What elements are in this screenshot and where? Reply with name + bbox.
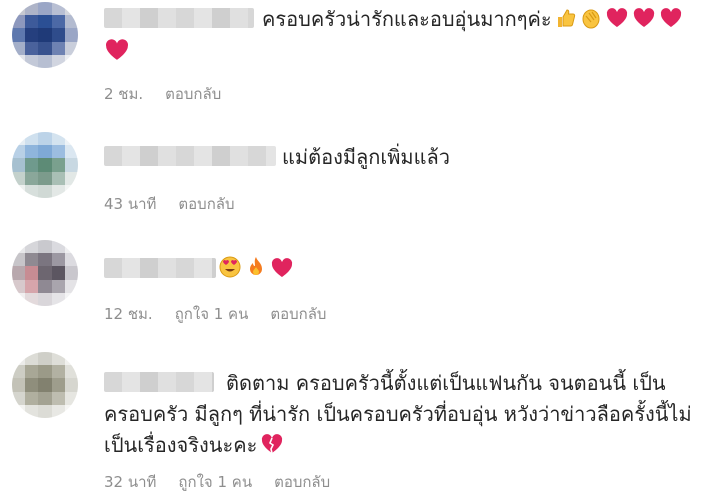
- avatar[interactable]: [12, 352, 78, 418]
- heart-icon: [605, 6, 629, 38]
- reply-button[interactable]: ตอบกลับ: [274, 473, 330, 491]
- comment-time: 43 นาที: [104, 195, 157, 213]
- comment-item: 12 ชม. ถูกใจ 1 คน ตอบกลับ: [0, 238, 725, 338]
- comment-text-line1: ติดตาม ครอบครัวนี้ตั้งแต่เป็นแฟนกัน จนตอ…: [226, 371, 666, 395]
- comment-text: ครอบครัวน่ารักและอบอุ่นมากๆค่ะ: [262, 3, 683, 38]
- comment-text: [218, 253, 294, 288]
- clapping-hands-icon: [580, 6, 602, 38]
- comment-meta: 2 ชม. ตอบกลับ: [104, 82, 243, 106]
- comment-meta: 32 นาที ถูกใจ 1 คน ตอบกลับ: [104, 470, 352, 494]
- comment-time: 12 ชม.: [104, 305, 153, 323]
- reply-button[interactable]: ตอบกลับ: [165, 85, 221, 103]
- username-blurred[interactable]: [104, 258, 216, 278]
- likes-count[interactable]: ถูกใจ 1 คน: [175, 305, 249, 323]
- comment-time: 32 นาที: [104, 473, 157, 491]
- heart-icon: [659, 6, 683, 38]
- comment-text-line3: เป็นเรื่องจริงนะคะ: [104, 429, 284, 464]
- comment-time: 2 ชม.: [104, 85, 144, 103]
- comment-item: แม่ต้องมีลูกเพิ่มแล้ว 43 นาที ตอบกลับ: [0, 130, 725, 220]
- username-blurred[interactable]: [104, 8, 254, 28]
- comment-meta: 43 นาที ตอบกลับ: [104, 192, 257, 216]
- comment-text-line2: ครอบครัว มีลูกๆ ที่น่ารัก เป็นครอบครัวที…: [104, 402, 692, 426]
- avatar[interactable]: [12, 240, 78, 306]
- avatar[interactable]: [12, 2, 78, 68]
- avatar[interactable]: [12, 132, 78, 198]
- fire-icon: [245, 255, 267, 288]
- comment-item: ครอบครัวน่ารักและอบอุ่นมากๆค่ะ 2 ชม. ตอบก…: [0, 0, 725, 110]
- username-blurred[interactable]: [104, 146, 276, 166]
- reply-button[interactable]: ตอบกลับ: [270, 305, 326, 323]
- thumbs-up-icon: [555, 6, 577, 38]
- comment-text-line2: [104, 36, 130, 71]
- heart-eyes-icon: [218, 255, 242, 288]
- comment-meta: 12 ชม. ถูกใจ 1 คน ตอบกลับ: [104, 302, 348, 326]
- comment-item: ติดตาม ครอบครัวนี้ตั้งแต่เป็นแฟนกัน จนตอ…: [0, 350, 725, 500]
- comment-text: แม่ต้องมีลูกเพิ่มแล้ว: [282, 145, 450, 169]
- reply-button[interactable]: ตอบกลับ: [178, 195, 234, 213]
- likes-count[interactable]: ถูกใจ 1 คน: [178, 473, 252, 491]
- broken-heart-icon: [260, 432, 284, 464]
- heart-icon: [632, 6, 656, 38]
- heart-icon: [270, 256, 294, 288]
- username-blurred[interactable]: [104, 372, 214, 392]
- heart-icon: [104, 38, 130, 71]
